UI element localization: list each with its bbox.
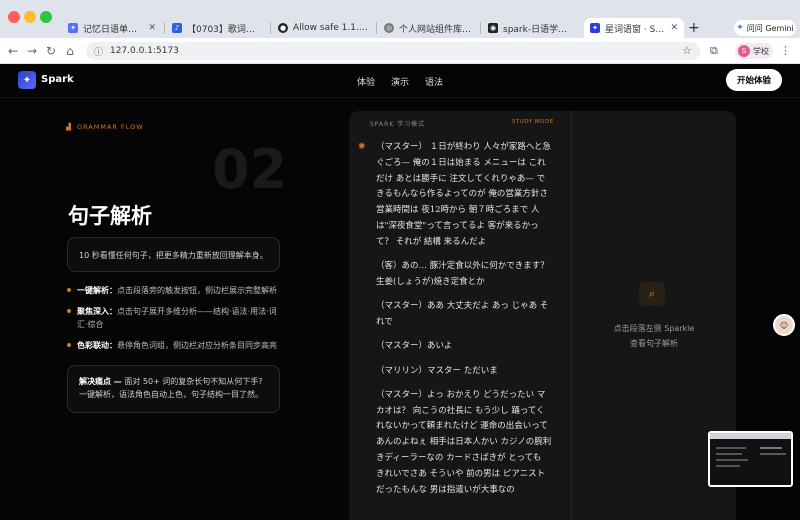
- close-tab-icon[interactable]: ✕: [148, 23, 156, 33]
- thumbnail-line: [760, 447, 782, 449]
- feature-text: 悬停角色词组，侧边栏对应分析条目同步高亮: [117, 341, 277, 350]
- home-icon[interactable]: ⌂: [63, 44, 77, 58]
- app-root: ✦ Spark 体验 演示 语法 开始体验 ▟ GRAMMAR FLOW 02 句…: [0, 64, 800, 520]
- feature-item: 聚焦深入：点击句子展开多维分析——结构·语法·用法·词汇·综合: [67, 305, 282, 331]
- tab-title: spark-日语学习助手: [503, 24, 576, 35]
- thumbnail-line: [716, 459, 748, 461]
- app-favicon-icon: ◉: [488, 23, 498, 33]
- gemini-sparkle-icon: ✦: [736, 23, 744, 33]
- tab-title: 个人网站组件库 · 软件: [399, 24, 472, 35]
- maximize-window-button[interactable]: [40, 11, 52, 23]
- bullet-dot: [67, 309, 71, 313]
- nav-link-experience[interactable]: 体验: [357, 75, 375, 88]
- feature-label: 一键解析：: [77, 286, 117, 295]
- text-paragraph[interactable]: （マスター）あいよ: [376, 339, 552, 355]
- sidebar-hint: 点击段落左侧 Sparkle 查看句子解析: [613, 324, 695, 348]
- tab-separator: [270, 22, 271, 34]
- floating-assistant-avatar[interactable]: ☺: [773, 314, 795, 336]
- bullet-dot: [67, 288, 71, 292]
- feature-text: 点击段落旁的触发按钮，侧边栏展示完整解析: [117, 286, 277, 295]
- browser-tab[interactable]: ● Allow safe 1.1.1 overs: [272, 18, 374, 38]
- browser-tab[interactable]: ◎ 个人网站组件库 · 软件: [378, 18, 478, 38]
- app-top-nav: ✦ Spark 体验 演示 语法 开始体验: [0, 64, 800, 98]
- text-paragraph[interactable]: （マリリン）マスター ただいま: [376, 364, 552, 380]
- thumbnail-line: [716, 447, 746, 449]
- panel-mode-badge: STUDY MODE: [512, 119, 554, 125]
- nav-links: 体验 演示 语法: [357, 75, 443, 88]
- search-icon: ⌕: [639, 282, 665, 306]
- brand-name[interactable]: Spark: [41, 74, 74, 85]
- ask-gemini-label: 问问 Gemini: [746, 23, 794, 33]
- thumbnail-titlebar: [710, 433, 791, 439]
- start-experience-button[interactable]: 开始体验: [726, 69, 782, 91]
- back-arrow-icon[interactable]: ←: [6, 44, 20, 58]
- thumbnail-line: [760, 453, 786, 455]
- tab-favicon-icon: ✦: [68, 23, 78, 33]
- browser-tab[interactable]: ✦ 记忆日语单词"生憎" - ✕: [62, 18, 162, 38]
- nav-link-demo[interactable]: 演示: [391, 75, 409, 88]
- study-panel: SPARK 学习模式 STUDY MODE ✺ （マスター） １日が終わり 人々…: [349, 111, 736, 520]
- profile-avatar: S: [738, 45, 750, 57]
- lyrics-text-column: （マスター） １日が終わり 人々が家路へと急ぐごろ— 俺の１日は始まる メニュー…: [376, 140, 552, 507]
- close-tab-icon[interactable]: ✕: [670, 23, 678, 33]
- section-number: 02: [212, 138, 288, 201]
- panel-divider: [571, 111, 572, 520]
- tab-title: 星词语窗 · Spark — 日: [605, 24, 667, 35]
- bar-chart-icon: ▟: [66, 123, 72, 131]
- pain-point-label: 解决痛点 —: [79, 377, 122, 386]
- thumbnail-line: [716, 465, 740, 467]
- nav-link-grammar[interactable]: 语法: [425, 75, 443, 88]
- url-text: 127.0.0.1:5173: [110, 46, 179, 56]
- browser-tab[interactable]: ♪ 【0703】歌词评测-中: [166, 18, 268, 38]
- tab-title: 【0703】歌词评测-中: [187, 24, 262, 35]
- profile-label: 学校: [753, 46, 769, 56]
- preview-thumbnail[interactable]: [708, 431, 793, 487]
- tab-title: Allow safe 1.1.1 overs: [293, 23, 368, 33]
- globe-icon: ◎: [384, 23, 394, 33]
- minimize-window-button[interactable]: [24, 11, 36, 23]
- browser-tab-active[interactable]: ✦ 星词语窗 · Spark — 日 ✕: [584, 18, 684, 38]
- pain-point-box: 解决痛点 — 面对 50+ 词的复杂长句不知从何下手? 一键解析，语法角色自动上…: [67, 365, 280, 413]
- tab-favicon-icon: ♪: [172, 23, 182, 33]
- text-paragraph[interactable]: （マスター）ああ 大丈夫だよ あっ じゃあ それで: [376, 299, 552, 331]
- feature-item: 一键解析：点击段落旁的触发按钮，侧边栏展示完整解析: [67, 284, 282, 297]
- bookmark-star-icon[interactable]: ☆: [682, 44, 692, 57]
- new-tab-button[interactable]: +: [688, 20, 700, 36]
- feature-label: 色彩联动：: [77, 341, 117, 350]
- site-info-icon[interactable]: ⓘ: [94, 45, 103, 58]
- panel-header: SPARK 学习模式: [370, 121, 426, 128]
- spark-favicon-icon: ✦: [590, 23, 600, 33]
- text-paragraph[interactable]: （客）あの… 豚汁定食以外に何かできます？ 生姜(しょうが)焼き定食とか: [376, 259, 552, 291]
- spark-logo-icon[interactable]: ✦: [18, 71, 36, 89]
- bullet-dot: [67, 343, 71, 347]
- browser-tab[interactable]: ◉ spark-日语学习助手: [482, 18, 582, 38]
- feature-list: 一键解析：点击段落旁的触发按钮，侧边栏展示完整解析 聚焦深入：点击句子展开多维分…: [67, 284, 282, 360]
- thumbnail-line: [716, 453, 742, 455]
- feature-label: 聚焦深入：: [77, 307, 117, 316]
- tab-separator: [480, 22, 481, 34]
- section-title: 句子解析: [68, 204, 152, 228]
- text-paragraph[interactable]: （マスター）よっ おかえり どうだったい マカオは？ 向こうの社長に もう少し …: [376, 388, 552, 499]
- tab-separator: [164, 22, 165, 34]
- eyebrow-text: GRAMMAR FLOW: [77, 123, 144, 131]
- browser-menu-icon[interactable]: ⋮: [780, 44, 791, 57]
- browser-tab-bar: ✦ 记忆日语单词"生憎" - ✕ ♪ 【0703】歌词评测-中 ● Allow …: [0, 0, 800, 38]
- feature-item: 色彩联动：悬停角色词组，侧边栏对应分析条目同步高亮: [67, 339, 282, 352]
- browser-toolbar: ← → ↻ ⌂ ⓘ 127.0.0.1:5173 ☆ ⧉ S 学校 ⋮: [0, 38, 800, 64]
- text-paragraph[interactable]: （マスター） １日が終わり 人々が家路へと急ぐごろ— 俺の１日は始まる メニュー…: [376, 140, 552, 251]
- tab-separator: [376, 22, 377, 34]
- ask-gemini-button[interactable]: ✦ 问问 Gemini: [734, 20, 796, 36]
- extensions-icon[interactable]: ⧉: [710, 44, 718, 58]
- section-description: 10 秒看懂任何句子，把更多精力重新放回理解本身。: [67, 237, 280, 272]
- github-icon: ●: [278, 23, 288, 33]
- sparkle-trigger-icon[interactable]: ✺: [358, 142, 366, 152]
- reload-icon[interactable]: ↻: [44, 44, 58, 58]
- section-eyebrow: ▟ GRAMMAR FLOW: [66, 123, 144, 131]
- close-window-button[interactable]: [8, 11, 20, 23]
- forward-arrow-icon[interactable]: →: [25, 44, 39, 58]
- url-bar[interactable]: ⓘ 127.0.0.1:5173: [86, 42, 700, 60]
- tab-title: 记忆日语单词"生憎" -: [83, 24, 144, 35]
- profile-button[interactable]: S 学校: [735, 43, 773, 59]
